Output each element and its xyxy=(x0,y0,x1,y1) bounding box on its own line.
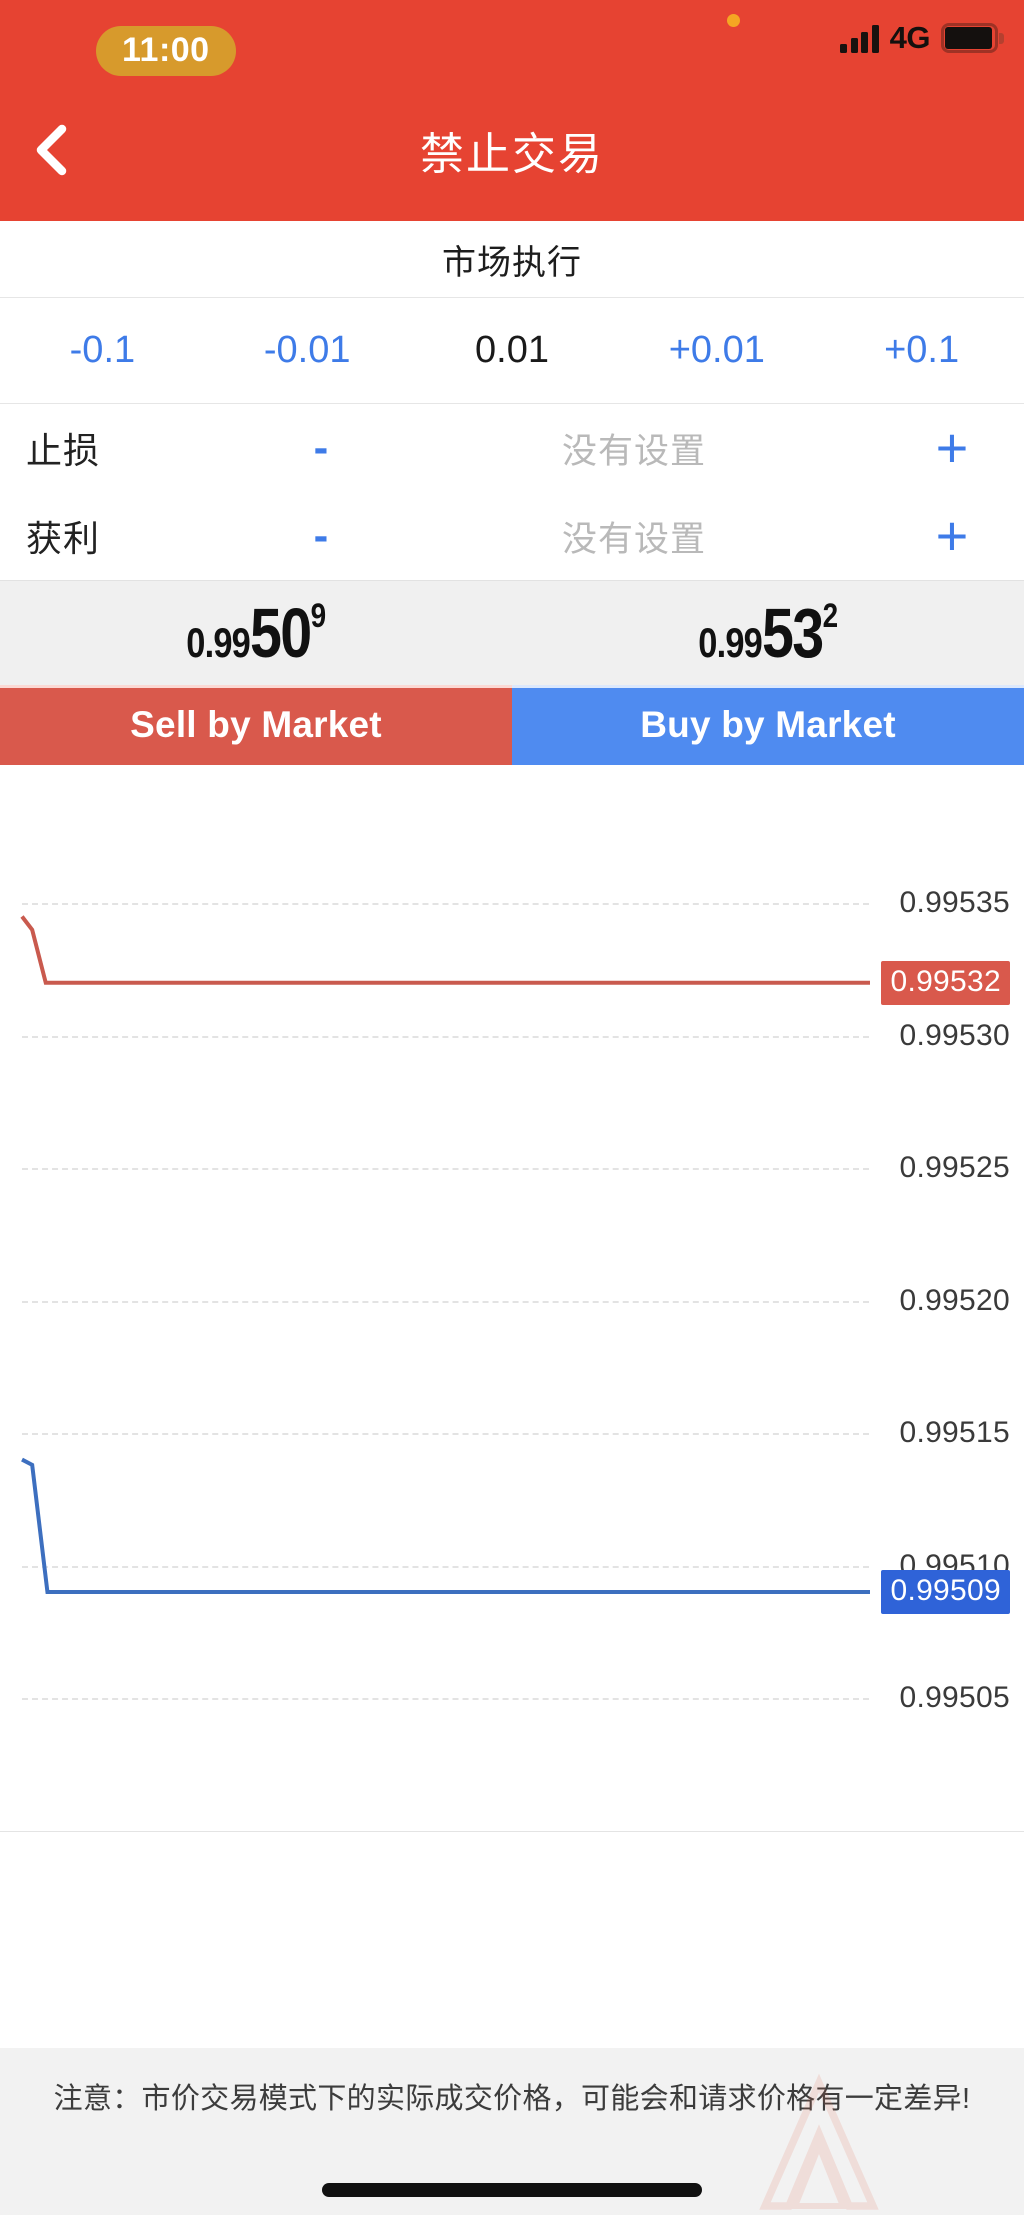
stop-loss-decrement-button[interactable]: - xyxy=(276,426,366,470)
bid-price-prefix: 0.99 xyxy=(186,619,251,666)
order-buttons: Sell by Market Buy by Market xyxy=(0,685,1024,765)
recording-dot-icon xyxy=(727,14,740,27)
volume-minus-0.01[interactable]: -0.01 xyxy=(205,329,410,372)
ask-price-main: 53 xyxy=(762,594,824,672)
stop-loss-value[interactable]: 没有设置 xyxy=(366,423,902,474)
ask-line xyxy=(22,916,870,982)
price-chart[interactable]: 0.99535 0.99530 0.99525 0.99520 0.99515 0.995… xyxy=(0,765,1024,1831)
divider xyxy=(0,1831,1024,1832)
volume-plus-0.1[interactable]: +0.1 xyxy=(819,329,1024,372)
volume-minus-0.1[interactable]: -0.1 xyxy=(0,329,205,372)
take-profit-decrement-button[interactable]: - xyxy=(276,514,366,558)
ask-price-badge: 0.99532 xyxy=(881,960,1010,1005)
bid-line xyxy=(22,1460,870,1592)
buy-by-market-button[interactable]: Buy by Market xyxy=(512,685,1024,765)
execution-mode-row[interactable]: 市场执行 xyxy=(0,221,1024,297)
nav-bar: 禁止交易 xyxy=(0,78,1024,221)
chart-series xyxy=(0,765,1024,1831)
network-type-label: 4G xyxy=(889,20,931,55)
take-profit-value[interactable]: 没有设置 xyxy=(366,511,902,562)
ask-price-prefix: 0.99 xyxy=(698,619,763,666)
volume-plus-0.01[interactable]: +0.01 xyxy=(614,329,819,372)
bid-price-badge: 0.99509 xyxy=(881,1570,1010,1615)
quote-strip: 0.99 50 9 0.99 53 2 xyxy=(0,580,1024,685)
bid-price-main: 50 xyxy=(250,594,312,672)
stop-loss-label: 止损 xyxy=(26,430,101,471)
stop-loss-increment-button[interactable]: + xyxy=(902,420,1002,476)
sell-by-market-button[interactable]: Sell by Market xyxy=(0,685,512,765)
ask-price-superscript: 2 xyxy=(822,597,839,635)
status-time: 11:00 xyxy=(96,26,236,76)
status-indicators: 4G xyxy=(840,20,1004,55)
execution-mode-label: 市场执行 xyxy=(442,243,582,282)
take-profit-increment-button[interactable]: + xyxy=(902,508,1002,564)
signal-bars-icon xyxy=(840,23,879,53)
bid-price-superscript: 9 xyxy=(310,597,327,635)
take-profit-row: 获利 - 没有设置 + xyxy=(0,492,1024,580)
bid-quote[interactable]: 0.99 50 9 xyxy=(0,581,512,685)
stop-loss-row: 止损 - 没有设置 + xyxy=(0,404,1024,492)
home-indicator xyxy=(322,2183,702,2197)
take-profit-label: 获利 xyxy=(26,518,101,559)
volume-stepper: -0.1 -0.01 0.01 +0.01 +0.1 xyxy=(0,298,1024,403)
notice-bar: 注意：市价交易模式下的实际成交价格，可能会和请求价格有一定差异! xyxy=(0,2048,1024,2215)
volume-current[interactable]: 0.01 xyxy=(410,329,615,372)
status-bar: 11:00 4G xyxy=(0,0,1024,78)
battery-icon xyxy=(941,22,1004,53)
page-title: 禁止交易 xyxy=(420,129,604,179)
ask-quote[interactable]: 0.99 53 2 xyxy=(512,581,1024,685)
notice-text: 注意：市价交易模式下的实际成交价格，可能会和请求价格有一定差异! xyxy=(53,2083,971,2115)
